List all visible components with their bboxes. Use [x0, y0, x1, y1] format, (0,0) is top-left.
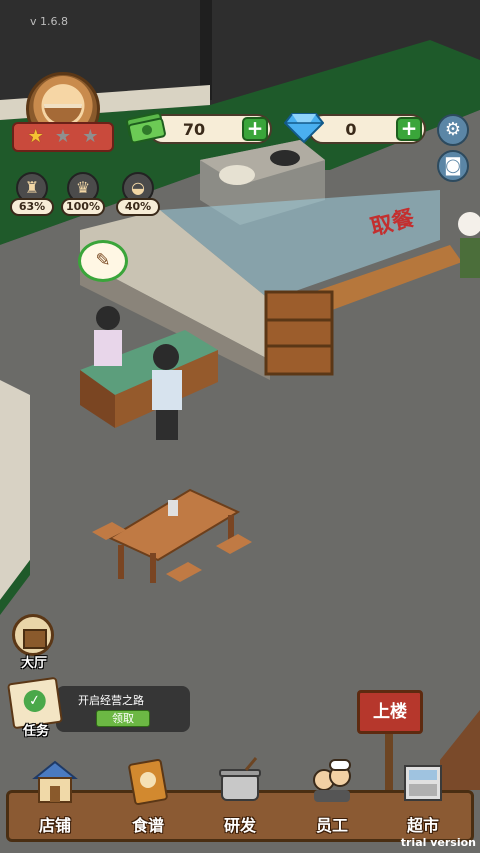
- staff-icon: [313, 759, 351, 802]
- task-label: 任务: [22, 724, 49, 739]
- nav-label: 店铺: [38, 816, 71, 835]
- camera-icon[interactable]: ◙: [437, 150, 469, 182]
- stat-value: 40%: [116, 198, 160, 216]
- nav-label: 研发: [223, 816, 256, 835]
- version-label: v 1.6.8: [30, 15, 68, 28]
- nav-research[interactable]: 研发: [205, 756, 275, 840]
- add-gems-button[interactable]: +: [396, 117, 422, 141]
- nav-recipes[interactable]: 食谱: [113, 756, 183, 840]
- claim-button[interactable]: 领取: [96, 710, 150, 727]
- recipe-book-icon: [128, 759, 168, 805]
- task-title: 开启经营之路: [78, 694, 144, 707]
- menu-stat[interactable]: ◒ 40%: [116, 172, 160, 218]
- star-rating: ★ ★ ★: [12, 122, 114, 152]
- supermarket-icon: [404, 765, 442, 801]
- star-icon: ★: [27, 126, 44, 147]
- stat-value: 100%: [61, 198, 105, 216]
- cash-counter: 70 +: [148, 114, 272, 144]
- gear-icon[interactable]: ⚙: [437, 114, 469, 146]
- nav-label: 食谱: [131, 816, 164, 835]
- hall-button[interactable]: 大厅: [10, 614, 58, 671]
- chef-stat[interactable]: ♛ 100%: [61, 172, 105, 218]
- stat-value: 63%: [10, 198, 54, 216]
- hall-label: 大厅: [20, 656, 47, 671]
- shop-icon: [32, 760, 78, 803]
- nav-label: 超市: [406, 816, 439, 835]
- task-panel[interactable]: 开启经营之路 领取: [56, 686, 190, 732]
- cash-icon: [126, 112, 166, 144]
- shop-front-icon: [12, 614, 54, 656]
- cooking-pot-icon: [219, 757, 261, 801]
- diamond-icon: [284, 113, 324, 144]
- upstairs-button[interactable]: 上楼: [357, 690, 423, 734]
- star-icon: ★: [82, 126, 99, 147]
- star-icon: ★: [54, 126, 72, 147]
- nav-supermarket[interactable]: 超市: [388, 756, 458, 840]
- trial-watermark: trial version: [400, 836, 476, 849]
- gem-counter: 0 +: [308, 114, 426, 144]
- nav-shop[interactable]: 店铺: [20, 756, 90, 840]
- add-cash-button[interactable]: +: [242, 117, 268, 141]
- seating-stat[interactable]: ♜ 63%: [10, 172, 54, 218]
- order-notepad-icon[interactable]: ✎: [78, 240, 128, 282]
- restaurant-badge[interactable]: ★ ★ ★: [8, 70, 118, 162]
- nav-label: 员工: [315, 816, 348, 835]
- nav-staff[interactable]: 员工: [297, 756, 367, 840]
